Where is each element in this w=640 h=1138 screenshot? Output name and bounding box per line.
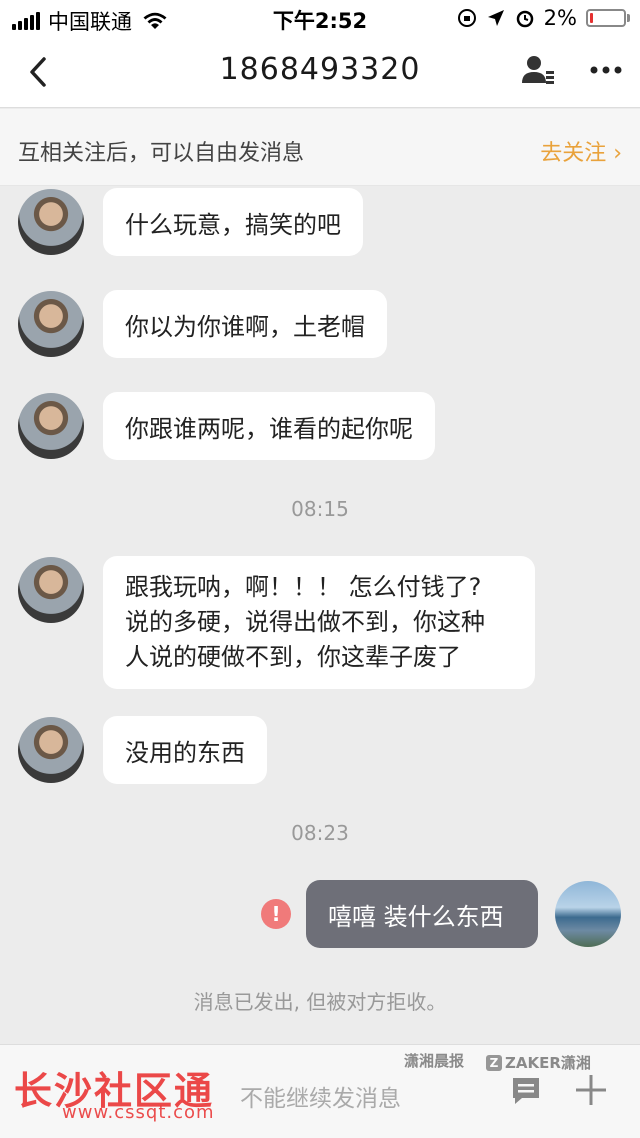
rejected-notice: 消息已发出, 但被对方拒收。: [193, 990, 447, 1014]
follow-button[interactable]: 去关注 ›: [540, 135, 622, 167]
watermark-zaker: Z ZAKER潇湘: [486, 1052, 591, 1073]
follow-banner: 互相关注后，可以自由发消息 去关注 ›: [0, 109, 640, 186]
timestamp: 08:23: [291, 821, 349, 845]
orientation-lock-icon: [457, 9, 476, 27]
message-bubble: 你以为你谁啊，土老帽: [103, 290, 387, 358]
avatar[interactable]: [18, 557, 84, 623]
follow-hint: 互相关注后，可以自由发消息: [18, 141, 305, 166]
input-disabled-hint: 不能继续发消息: [240, 1086, 401, 1112]
message-bubble: 你跟谁两呢，谁看的起你呢: [103, 392, 435, 460]
battery-icon: [586, 9, 630, 27]
message-line: 人说的硬做不到，你这辈子废了: [125, 643, 461, 671]
zaker-logo-icon: Z: [486, 1054, 502, 1071]
nav-bar: 1868493320: [0, 36, 640, 108]
message-bubble: 什么玩意，搞笑的吧: [103, 188, 363, 256]
message-bubble: 没用的东西: [103, 716, 267, 784]
status-right: 2%: [457, 6, 630, 30]
chat-input-icon[interactable]: [510, 1075, 542, 1107]
location-icon: [487, 10, 504, 26]
watermark-zaker-text: ZAKER潇湘: [505, 1054, 591, 1072]
watermark-paper: 潇湘晨报: [404, 1052, 465, 1070]
plus-icon[interactable]: [574, 1073, 608, 1107]
alarm-icon: [516, 10, 533, 28]
send-failed-icon[interactable]: !: [261, 899, 291, 929]
message-bubble: 跟我玩呐，啊！！！ 怎么付钱了? 说的多硬，说得出做不到，你这种 人说的硬做不到…: [103, 556, 535, 689]
avatar[interactable]: [18, 291, 84, 357]
watermark-url: www.cssqt.com: [62, 1102, 215, 1123]
battery-percent: 2%: [543, 6, 577, 30]
profile-icon[interactable]: [520, 52, 556, 88]
message-line: 说的多硬，说得出做不到，你这种: [125, 608, 485, 636]
my-message-bubble: 嘻嘻 装什么东西: [306, 880, 538, 948]
avatar[interactable]: [18, 393, 84, 459]
message-line: 跟我玩呐，啊！！！ 怎么付钱了?: [125, 573, 482, 601]
more-icon[interactable]: [588, 52, 624, 88]
avatar[interactable]: [18, 189, 84, 255]
avatar[interactable]: [18, 717, 84, 783]
status-bar: 中国联通 下午2:52 2%: [0, 0, 640, 36]
my-avatar[interactable]: [555, 881, 621, 947]
timestamp: 08:15: [291, 497, 349, 521]
